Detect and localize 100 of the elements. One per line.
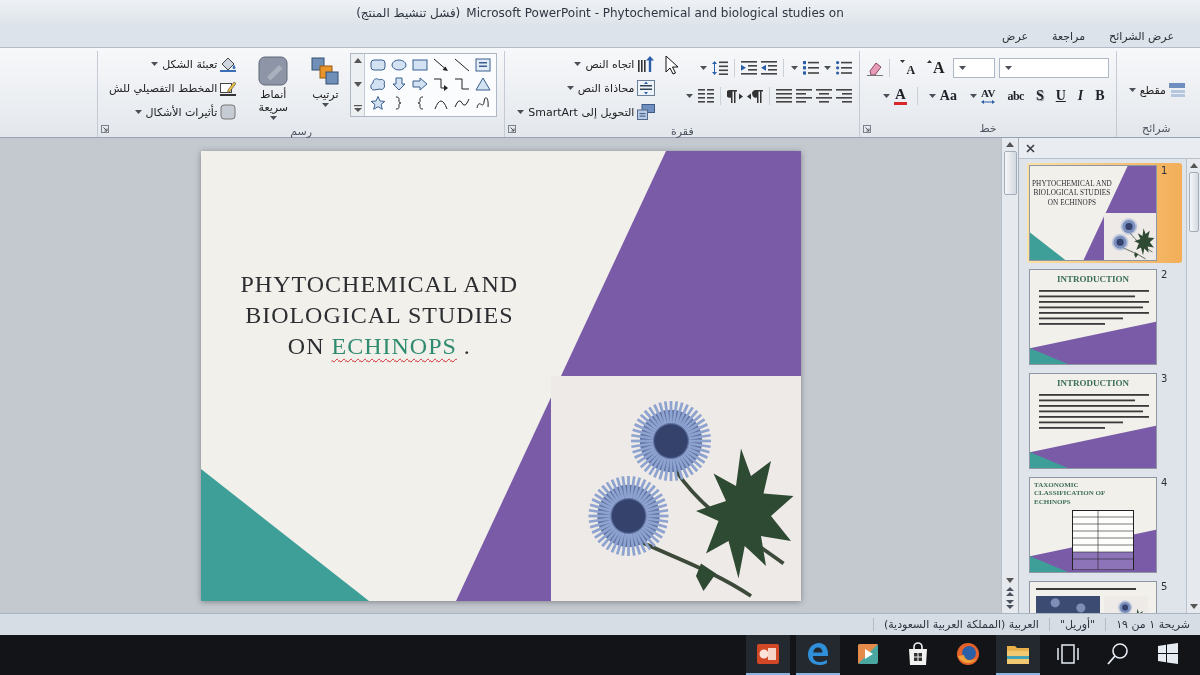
slide-number: 5	[1161, 581, 1169, 592]
shape-effects-button[interactable]: تأثيرات الأشكال	[105, 101, 241, 123]
curve-icon[interactable]	[454, 96, 471, 110]
taskbar-app-button[interactable]	[796, 635, 840, 675]
text-direction-button[interactable]: اتجاه النص	[512, 53, 660, 75]
stacked-squares-icon	[310, 56, 341, 86]
down-arrow-icon[interactable]	[391, 77, 408, 91]
underline-button[interactable]: U	[1051, 85, 1070, 107]
slide-thumbnail-item[interactable]: 5	[1027, 579, 1182, 613]
scroll-down-icon[interactable]	[353, 81, 362, 87]
caret-icon[interactable]	[824, 66, 832, 70]
align-right-icon[interactable]	[836, 89, 853, 103]
browser-icon	[806, 642, 830, 666]
section-button[interactable]: مقطع	[1123, 79, 1189, 101]
grow-font-button[interactable]: A	[923, 57, 949, 79]
convert-to-smartart-button[interactable]: التحويل إلى SmartArt	[512, 101, 660, 123]
group-label: شرائح	[1142, 122, 1171, 135]
pencil-square-icon	[220, 80, 237, 96]
corner-triangle	[1030, 556, 1068, 572]
shopping-bag-icon	[906, 642, 930, 666]
scroll-up-icon[interactable]	[353, 58, 362, 63]
language-indicator[interactable]: العربية (المملكة العربية السعودية)	[872, 618, 1049, 631]
scrollbar-thumb[interactable]	[1188, 172, 1199, 232]
globe-icon	[956, 642, 980, 666]
ribbon-tab[interactable]: عرض الشرائح	[1097, 26, 1186, 47]
font-name-field[interactable]	[998, 58, 1109, 78]
rounded-rectangle-icon[interactable]	[370, 58, 387, 72]
caret-icon[interactable]	[958, 66, 966, 70]
star-icon[interactable]	[370, 96, 387, 110]
slide-number: 4	[1161, 477, 1169, 488]
bullet-list-icon[interactable]	[836, 61, 853, 75]
caret-icon[interactable]	[686, 94, 694, 98]
more-icon[interactable]	[353, 105, 362, 112]
dialog-launcher-icon[interactable]	[101, 125, 109, 133]
right-to-left-icon[interactable]	[747, 88, 764, 104]
text-direction-icon	[637, 56, 656, 72]
slide-thumbnail-item[interactable]: INTRODUCTION 3	[1027, 371, 1182, 471]
scroll-down-icon[interactable]	[1189, 604, 1198, 609]
caret-icon[interactable]	[1004, 66, 1012, 70]
presentation-icon	[756, 642, 780, 666]
numbered-list-icon[interactable]	[803, 61, 820, 75]
caret-icon[interactable]	[700, 66, 708, 70]
scrollbar-thumb[interactable]	[1003, 151, 1017, 195]
ribbon-tab[interactable]: عرض	[990, 26, 1041, 47]
theme-name: "أوريل"	[1048, 618, 1106, 631]
justify-icon[interactable]	[776, 89, 793, 103]
rounded-square-icon	[258, 56, 289, 86]
align-left-icon[interactable]	[796, 89, 813, 103]
previous-slide-icon[interactable]	[1006, 587, 1014, 596]
font-size-field[interactable]	[952, 58, 995, 78]
slide-title: PHYTOCHEMICAL AND BIOLOGICAL STUDIES ON ECHINOPS .	[240, 269, 519, 361]
scroll-up-icon[interactable]	[1006, 142, 1014, 147]
ribbon-tab[interactable]: مراجعة	[1040, 26, 1098, 47]
bold-button[interactable]: B	[1091, 85, 1109, 107]
close-icon[interactable]	[1026, 143, 1035, 153]
left-to-right-icon[interactable]	[727, 88, 744, 104]
caret-icon[interactable]	[791, 66, 799, 70]
font-color-button[interactable]: A	[878, 85, 911, 107]
dialog-launcher-icon[interactable]	[863, 125, 872, 133]
increase-indent-icon[interactable]	[741, 61, 758, 75]
quick-styles-button[interactable]: أنماط سريعة	[246, 53, 301, 119]
slide-thumbnail-item[interactable]: INTRODUCTION 2	[1027, 267, 1182, 367]
elbow-arrow-icon[interactable]	[433, 77, 450, 91]
taskbar-app-button[interactable]	[746, 635, 790, 675]
strikethrough-button[interactable]: abc	[1003, 85, 1028, 107]
shape-fill-button[interactable]: تعبئة الشكل	[105, 53, 241, 75]
blob-shape-icon[interactable]	[370, 77, 387, 91]
text-box-icon[interactable]	[475, 58, 492, 72]
arrow-line-icon[interactable]	[433, 58, 450, 72]
thumbnail-title: INTRODUCTION	[1056, 274, 1130, 284]
scroll-up-icon[interactable]	[1189, 163, 1198, 168]
oval-icon[interactable]	[391, 58, 408, 72]
character-spacing-button[interactable]: AV	[964, 85, 1000, 107]
next-slide-icon[interactable]	[1006, 600, 1014, 609]
text-shadow-button[interactable]: S	[1031, 85, 1048, 107]
arrange-button[interactable]: ترتيب	[306, 53, 345, 119]
align-text-button[interactable]: محاذاة النص	[512, 77, 660, 99]
caret-down-icon	[900, 60, 906, 63]
shrink-font-button[interactable]: A	[896, 57, 920, 79]
columns-icon[interactable]	[698, 89, 715, 103]
line-icon[interactable]	[454, 58, 471, 72]
scribble-icon[interactable]	[475, 96, 492, 110]
align-center-icon[interactable]	[816, 89, 833, 103]
photo-placeholder	[1036, 596, 1100, 613]
right-arrow-icon[interactable]	[412, 77, 429, 91]
search-icon	[1106, 642, 1130, 666]
decrease-indent-icon[interactable]	[761, 61, 778, 75]
line-spacing-icon[interactable]	[712, 61, 729, 75]
change-case-button[interactable]: Aa	[923, 85, 961, 107]
italic-button[interactable]: I	[1073, 85, 1088, 107]
smartart-icon	[637, 104, 656, 120]
corner-triangle	[1030, 452, 1068, 468]
triangle-icon[interactable]	[475, 77, 492, 91]
slide-number: 3	[1161, 373, 1169, 384]
scroll-down-icon[interactable]	[1006, 578, 1014, 583]
shape-outline-button[interactable]: المخطط التفصيلي للش	[105, 77, 241, 99]
taskbar-app-button[interactable]	[996, 635, 1040, 675]
eraser-icon[interactable]	[867, 60, 884, 76]
dialog-launcher-icon[interactable]	[508, 125, 517, 133]
window-title: Microsoft PowerPoint - Phytochemical and biological studies on	[466, 6, 844, 20]
